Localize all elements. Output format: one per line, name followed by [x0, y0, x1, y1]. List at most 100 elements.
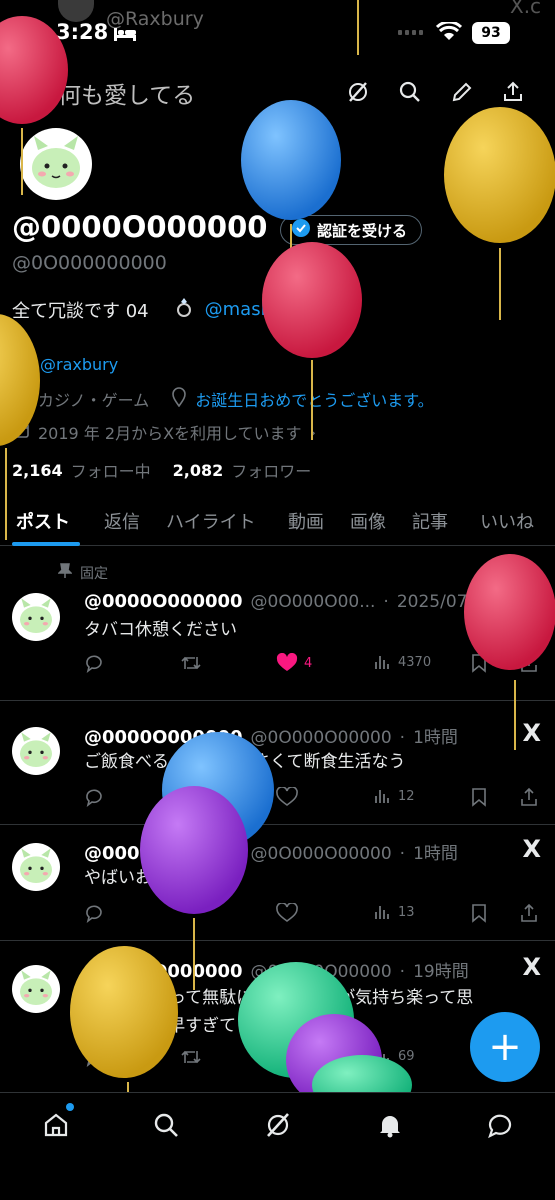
- tab-images[interactable]: 画像: [350, 508, 386, 534]
- post-author-name[interactable]: @0000O000000: [84, 961, 243, 982]
- post-avatar[interactable]: [12, 727, 60, 775]
- repost-button[interactable]: [180, 653, 202, 673]
- bio-mention-link[interactable]: @mash_hsam_: [205, 299, 340, 320]
- post-item[interactable]: 固定 @0000O000000 @0O000O00... · 2025/07/2…: [0, 547, 555, 701]
- get-verified-button[interactable]: 認証を受ける: [280, 215, 423, 245]
- post-author-name[interactable]: @0000O000000: [84, 727, 243, 748]
- tab-likes[interactable]: いいね: [480, 508, 534, 534]
- status-ghost-avatar: [58, 0, 94, 22]
- compose-post-button[interactable]: +: [470, 1012, 540, 1082]
- like-button[interactable]: 4: [276, 653, 312, 673]
- post-header: @0000O000000 @0O000O00000 · 1時間: [84, 723, 458, 748]
- post-author-handle: @0O000O00...: [250, 592, 376, 612]
- bio-text: 全て冗談です 04: [12, 300, 149, 322]
- following-label[interactable]: フォロー中: [71, 458, 151, 482]
- post-text-line-1: こういう日って無駄に早く出た方が気持ち楽って思: [84, 988, 474, 1008]
- verified-badge-icon: [291, 218, 311, 242]
- post-text: タバコ休憩ください: [84, 620, 237, 640]
- reply-button[interactable]: [84, 787, 104, 807]
- nav-grok[interactable]: [262, 1109, 294, 1141]
- bookmark-icon: [472, 904, 486, 923]
- nav-notifications[interactable]: [374, 1109, 406, 1141]
- grok-icon: [267, 1113, 289, 1137]
- post-header: @0000O000000 @0O000O00000 · 1時間: [84, 839, 458, 864]
- active-tab-indicator: [12, 542, 80, 546]
- bookmark-button[interactable]: [470, 903, 488, 923]
- heart-icon: [276, 787, 298, 806]
- views-count: 13: [398, 904, 415, 920]
- status-bar: @Raxbury X.c 3:28 93: [0, 0, 555, 64]
- search-icon: [154, 1113, 178, 1137]
- birthday-text[interactable]: お誕生日おめでとうございます。: [195, 387, 433, 411]
- tab-videos[interactable]: 動画: [288, 508, 324, 534]
- briefcase-icon: [12, 388, 30, 410]
- views-button[interactable]: 12: [374, 787, 415, 805]
- grok-icon[interactable]: [342, 76, 374, 108]
- back-icon[interactable]: [24, 78, 48, 106]
- views-count: 12: [398, 788, 415, 804]
- post-item[interactable]: @0000O000000 @0O000O00000 · 19時間 X こういう日…: [0, 941, 555, 1091]
- post-text: ご飯食べるのめんどくさくて断食生活なう: [84, 752, 406, 772]
- views-icon: [375, 1050, 389, 1063]
- like-button[interactable]: [276, 787, 298, 807]
- follow-stats: 2,164 フォロー中 2,082 フォロワー: [12, 458, 311, 482]
- share-icon[interactable]: [497, 76, 529, 108]
- like-button[interactable]: [276, 903, 298, 923]
- bottom-navigation: [0, 1092, 555, 1200]
- tab-replies[interactable]: 返信: [104, 508, 140, 534]
- bookmark-button[interactable]: [470, 787, 488, 807]
- views-button[interactable]: 13: [374, 903, 415, 921]
- post-avatar[interactable]: [12, 843, 60, 891]
- joined-text: 2019 年 2月からXを利用しています: [38, 424, 302, 443]
- reply-button[interactable]: [84, 653, 104, 673]
- views-button[interactable]: 4370: [374, 653, 431, 671]
- search-icon[interactable]: [394, 76, 426, 108]
- post-time: 1時間: [413, 844, 458, 864]
- reply-button[interactable]: [84, 903, 104, 923]
- tab-highlights[interactable]: ハイライト: [166, 508, 256, 534]
- nav-search[interactable]: [150, 1109, 182, 1141]
- chevron-right-icon: ›: [309, 422, 316, 442]
- bio: 全て冗談です 04 @mash_hsam_: [12, 296, 339, 323]
- reply-button[interactable]: [84, 1047, 104, 1067]
- post-item[interactable]: @0000O000000 @0O000O00000 · 1時間 X ご飯食べるの…: [0, 701, 555, 825]
- post-header: @0000O000000 @0O000O00000 · 19時間: [84, 957, 469, 982]
- post-avatar[interactable]: [12, 593, 60, 641]
- bookmark-button[interactable]: [470, 653, 488, 673]
- post-author-name[interactable]: @0000O000000: [84, 591, 243, 612]
- home-notification-dot: [66, 1103, 74, 1111]
- post-dot: ·: [399, 844, 406, 864]
- followers-label[interactable]: フォロワー: [231, 458, 311, 482]
- bed-icon: [113, 26, 137, 46]
- nav-messages[interactable]: [484, 1109, 516, 1141]
- profile-handle: @0O000000000: [12, 252, 167, 274]
- post-time: 2025/07/25: [396, 592, 495, 612]
- calendar-icon: [12, 421, 30, 443]
- repost-button[interactable]: [180, 1047, 202, 1067]
- share-post-button[interactable]: [520, 787, 538, 807]
- views-button[interactable]: 69: [374, 1047, 415, 1065]
- reply-icon: [86, 655, 102, 673]
- linked-account-link[interactable]: @raxbury: [40, 355, 118, 374]
- post-item[interactable]: @0000O000000 @0O000O00000 · 1時間 X やばいおわっ…: [0, 825, 555, 941]
- post-avatar[interactable]: [12, 965, 60, 1013]
- joined-row[interactable]: 2019 年 2月からXを利用しています ›: [12, 420, 316, 444]
- pin-icon: [57, 563, 73, 583]
- share-post-button[interactable]: [520, 653, 538, 673]
- followers-count[interactable]: 2,082: [173, 461, 224, 480]
- tab-articles[interactable]: 記事: [412, 508, 448, 534]
- pinned-label: 固定: [80, 566, 108, 582]
- share-post-button[interactable]: [520, 903, 538, 923]
- tab-posts[interactable]: ポスト: [16, 508, 70, 534]
- profile-avatar[interactable]: [20, 128, 92, 200]
- x-logo-icon: X: [522, 953, 541, 981]
- post-author-name[interactable]: @0000O000000: [84, 843, 243, 864]
- reply-icon: [86, 905, 102, 923]
- heart-icon: [276, 903, 298, 922]
- views-icon: [375, 790, 389, 803]
- ring-icon: [173, 296, 195, 323]
- edit-icon[interactable]: [446, 76, 478, 108]
- linked-account-row: @raxbury: [12, 352, 118, 376]
- following-count[interactable]: 2,164: [12, 461, 63, 480]
- nav-home[interactable]: [40, 1103, 74, 1141]
